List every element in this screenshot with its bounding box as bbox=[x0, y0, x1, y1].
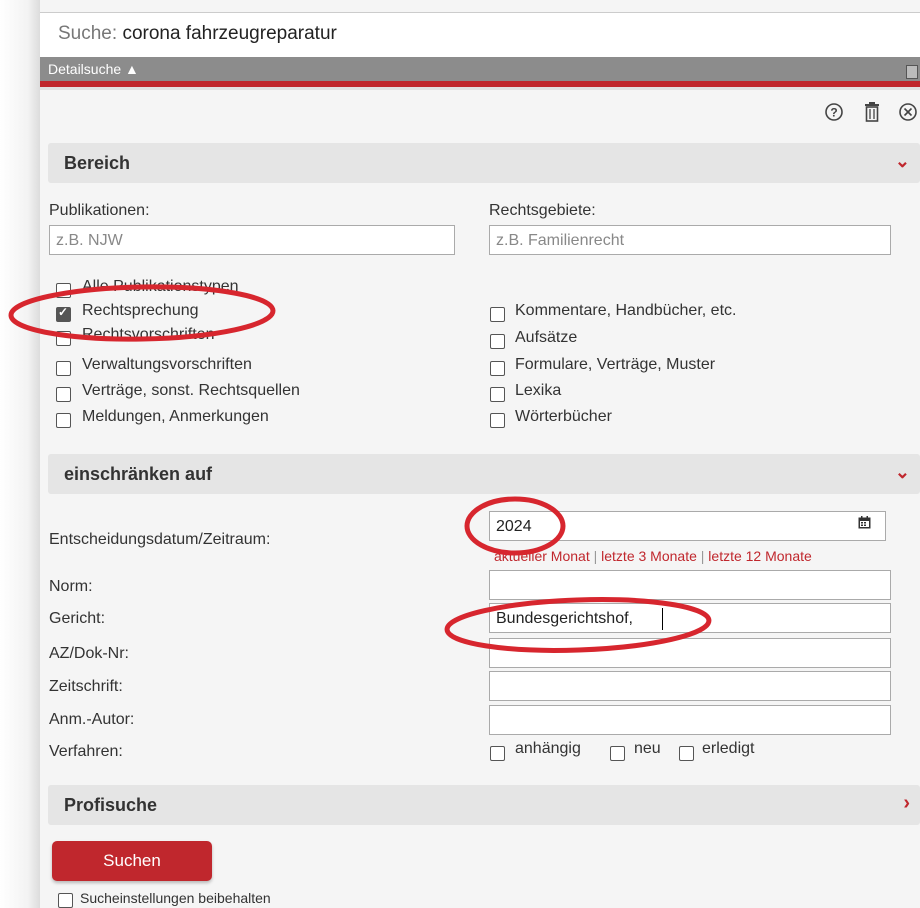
checkbox-verwaltungsvorschriften[interactable] bbox=[56, 361, 71, 376]
publikationen-placeholder: z.B. NJW bbox=[56, 232, 123, 249]
gericht-value[interactable]: Bundesgerichtshof, bbox=[496, 610, 633, 627]
publikationen-label: Publikationen: bbox=[49, 202, 150, 219]
norm-input[interactable] bbox=[489, 570, 891, 600]
section-title: Bereich bbox=[64, 153, 131, 173]
checkbox-label: Rechtsvorschriften bbox=[82, 326, 215, 343]
section-title: Profisuche bbox=[64, 795, 158, 815]
zeitschrift-label: Zeitschrift: bbox=[49, 678, 123, 695]
az-input[interactable] bbox=[489, 638, 891, 668]
divider bbox=[40, 87, 920, 90]
link-letzte-3-monate[interactable]: letzte 3 Monate bbox=[601, 548, 697, 564]
chevron-down-icon[interactable]: ⌄ bbox=[895, 462, 910, 483]
link-letzte-12-monate[interactable]: letzte 12 Monate bbox=[708, 548, 812, 564]
checkbox-kommentare[interactable] bbox=[490, 307, 505, 322]
checkbox-label: Wörterbücher bbox=[515, 408, 612, 425]
az-label: AZ/Dok-Nr: bbox=[49, 645, 129, 662]
date-quick-links: aktueller Monat | letzte 3 Monate | letz… bbox=[494, 548, 812, 564]
search-bar[interactable]: Suche: corona fahrzeugreparatur bbox=[40, 12, 920, 57]
checkbox-woerterbuecher[interactable] bbox=[490, 413, 505, 428]
checkbox-label: Alle Publikationstypen bbox=[82, 278, 239, 295]
checkbox-meldungen[interactable] bbox=[56, 413, 71, 428]
keep-settings-label: Sucheinstellungen beibehalten bbox=[80, 890, 271, 906]
publikationen-input[interactable]: z.B. NJW bbox=[49, 225, 455, 255]
checkbox-alle[interactable] bbox=[56, 283, 71, 298]
gericht-input[interactable]: Bundesgerichtshof, bbox=[489, 603, 891, 633]
search-field[interactable]: Suche: corona fahrzeugreparatur bbox=[58, 23, 337, 45]
checkbox-label: anhängig bbox=[515, 740, 581, 757]
datum-input[interactable]: 2024 bbox=[489, 511, 886, 541]
checkbox-keep-settings[interactable] bbox=[58, 893, 73, 908]
autor-label: Anm.-Autor: bbox=[49, 711, 135, 728]
checkbox-label: Formulare, Verträge, Muster bbox=[515, 356, 716, 373]
search-label: Suche: bbox=[58, 23, 118, 44]
checkbox-aufsaetze[interactable] bbox=[490, 334, 505, 349]
page-shadow bbox=[0, 0, 40, 908]
checkbox-label: Rechtsprechung bbox=[82, 302, 199, 319]
autor-input[interactable] bbox=[489, 705, 891, 735]
checkbox-rechtsprechung[interactable] bbox=[56, 305, 71, 322]
section-einschraenken[interactable]: einschränken auf ⌄ bbox=[48, 454, 920, 494]
checkbox-lexika[interactable] bbox=[490, 387, 505, 402]
section-title: einschränken auf bbox=[64, 464, 213, 484]
datum-value[interactable]: 2024 bbox=[496, 518, 532, 535]
resize-handle-icon[interactable] bbox=[906, 65, 918, 79]
detail-search-toggle[interactable]: Detailsuche ▲ bbox=[48, 61, 139, 77]
checkbox-label: Aufsätze bbox=[515, 329, 578, 346]
rechtsgebiete-placeholder: z.B. Familienrecht bbox=[496, 232, 625, 249]
verfahren-label: Verfahren: bbox=[49, 743, 123, 760]
detail-search-bar[interactable]: Detailsuche ▲ bbox=[40, 57, 920, 81]
norm-label: Norm: bbox=[49, 578, 93, 595]
section-profisuche[interactable]: Profisuche › bbox=[48, 785, 920, 825]
checkbox-label: erledigt bbox=[702, 740, 755, 757]
checkbox-label: Verträge, sonst. Rechtsquellen bbox=[82, 382, 300, 399]
checkbox-label: neu bbox=[634, 740, 661, 757]
datum-label: Entscheidungsdatum/Zeitraum: bbox=[49, 531, 271, 548]
checkbox-neu[interactable] bbox=[610, 746, 625, 761]
search-panel: Suche: corona fahrzeugreparatur Detailsu… bbox=[40, 0, 920, 908]
rechtsgebiete-label: Rechtsgebiete: bbox=[489, 202, 596, 219]
checkbox-label: Meldungen, Anmerkungen bbox=[82, 408, 269, 425]
rechtsgebiete-input[interactable]: z.B. Familienrecht bbox=[489, 225, 891, 255]
chevron-right-icon[interactable]: › bbox=[903, 792, 910, 815]
checkbox-erledigt[interactable] bbox=[679, 746, 694, 761]
gericht-label: Gericht: bbox=[49, 610, 106, 627]
search-button[interactable]: Suchen bbox=[52, 841, 212, 881]
chevron-down-icon[interactable]: ⌄ bbox=[895, 151, 910, 172]
section-bereich[interactable]: Bereich ⌄ bbox=[48, 143, 920, 183]
close-icon[interactable] bbox=[898, 100, 918, 124]
calendar-icon[interactable] bbox=[858, 516, 871, 532]
help-icon[interactable]: ? bbox=[824, 100, 844, 124]
trash-icon[interactable] bbox=[862, 100, 882, 124]
separator: | bbox=[593, 548, 602, 564]
search-query[interactable]: corona fahrzeugreparatur bbox=[122, 23, 336, 44]
text-cursor bbox=[662, 608, 663, 630]
checkbox-formulare[interactable] bbox=[490, 361, 505, 376]
zeitschrift-input[interactable] bbox=[489, 671, 891, 701]
checkbox-label: Lexika bbox=[515, 382, 562, 399]
link-aktueller-monat[interactable]: aktueller Monat bbox=[494, 548, 590, 564]
checkbox-label: Verwaltungsvorschriften bbox=[82, 356, 252, 373]
checkbox-label: Kommentare, Handbücher, etc. bbox=[515, 302, 737, 319]
checkbox-vertraege[interactable] bbox=[56, 387, 71, 402]
checkbox-anhaengig[interactable] bbox=[490, 746, 505, 761]
svg-text:?: ? bbox=[830, 106, 837, 120]
checkbox-rechtsvorschriften[interactable] bbox=[56, 331, 71, 346]
